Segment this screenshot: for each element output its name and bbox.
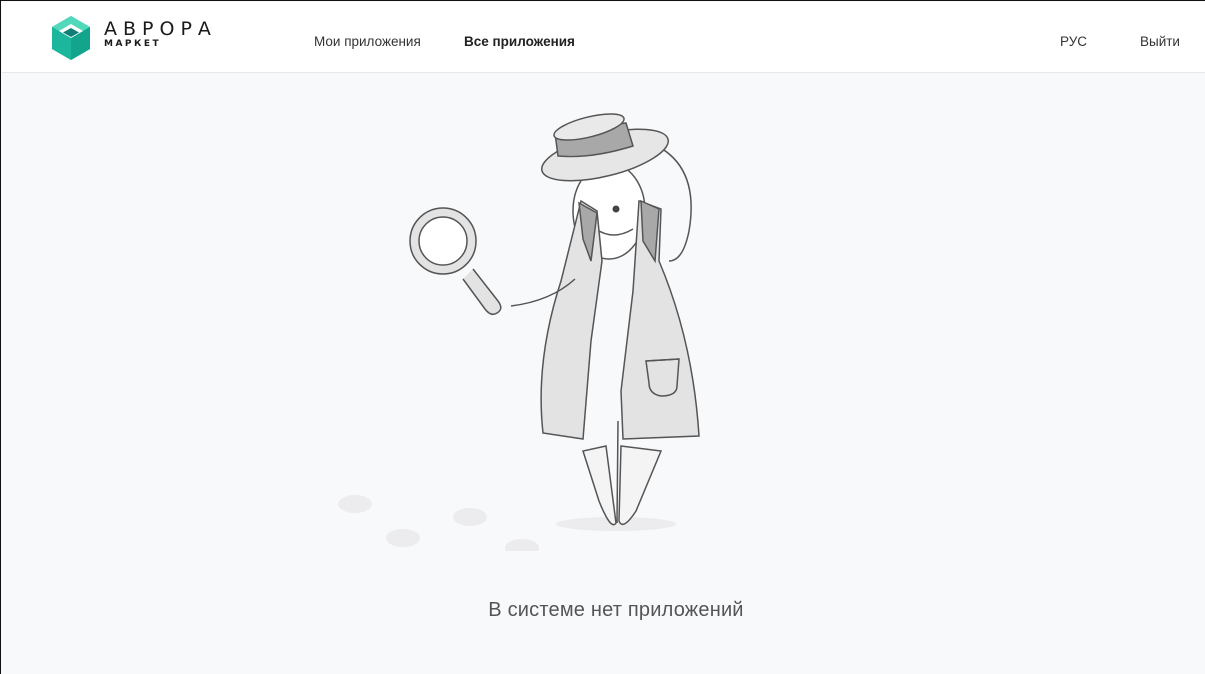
- top-header: АВРОРА МАРКЕТ Мои приложения Все приложе…: [2, 2, 1205, 73]
- app-window: АВРОРА МАРКЕТ Мои приложения Все приложе…: [0, 0, 1205, 674]
- nav-my-apps[interactable]: Мои приложения: [314, 34, 421, 49]
- logo[interactable]: АВРОРА МАРКЕТ: [50, 14, 217, 62]
- aurora-cube-icon: [52, 16, 90, 60]
- detective-magnifier-illustration: [338, 113, 700, 551]
- language-switch[interactable]: РУС: [1060, 34, 1087, 49]
- logo-title: АВРОРА: [104, 17, 217, 40]
- logo-subtitle: МАРКЕТ: [104, 38, 162, 49]
- empty-state-message: В системе нет приложений: [488, 599, 744, 621]
- nav-all-apps[interactable]: Все приложения: [464, 34, 575, 49]
- logout-link[interactable]: Выйти: [1140, 34, 1180, 49]
